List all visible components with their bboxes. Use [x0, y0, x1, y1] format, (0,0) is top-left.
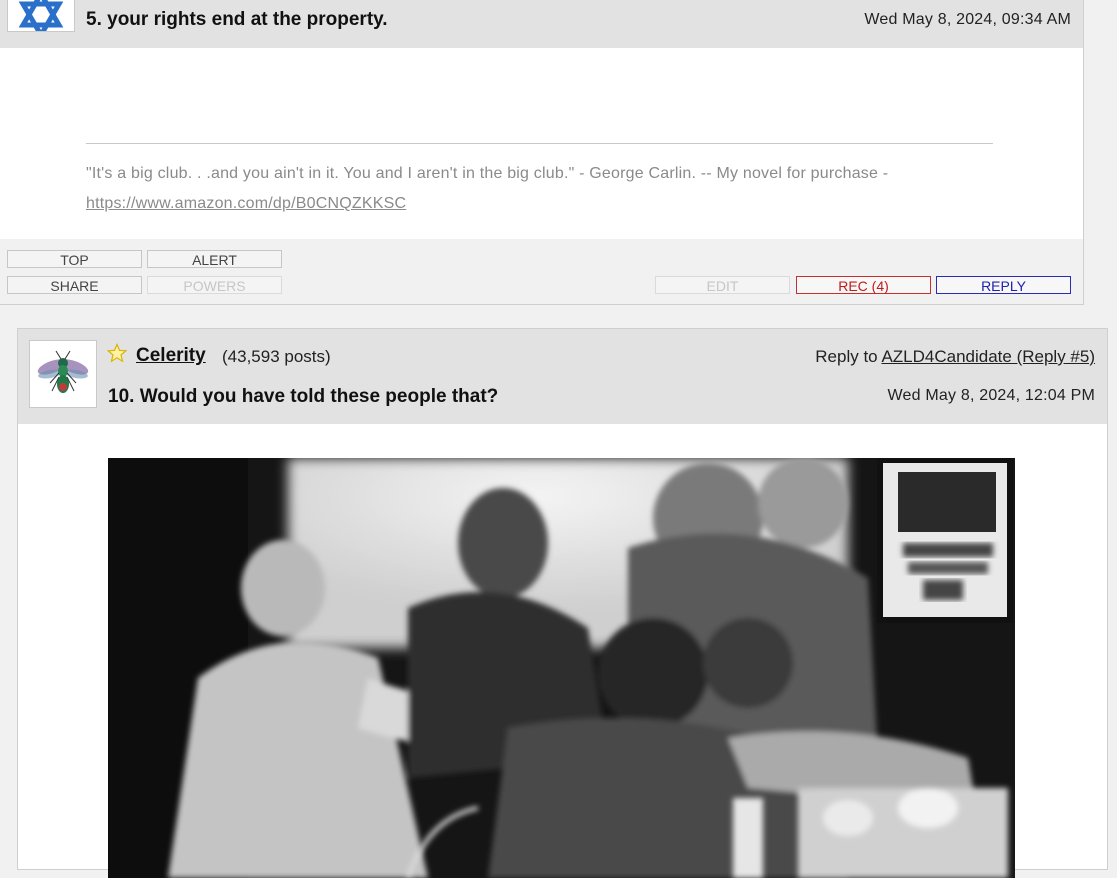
- post-header: Celerity (43,593 posts) Reply to AZLD4Ca…: [18, 329, 1107, 424]
- signature: "It's a big club. . .and you ain't in it…: [86, 159, 996, 219]
- signature-link[interactable]: https://www.amazon.com/dp/B0CNQZKKSC: [86, 195, 406, 212]
- rec-button[interactable]: REC (4): [796, 276, 931, 294]
- signature-text: "It's a big club. . .and you ain't in it…: [86, 165, 889, 182]
- reply-to-link[interactable]: AZLD4Candidate (Reply #5): [881, 347, 1095, 366]
- post-header: 5. your rights end at the property. Wed …: [0, 0, 1083, 48]
- post-title: 5. your rights end at the property.: [86, 9, 388, 30]
- star-outline-icon: [107, 343, 127, 363]
- post-date: Wed May 8, 2024, 12:04 PM: [887, 387, 1095, 404]
- edit-button: EDIT: [655, 276, 790, 294]
- post-count: (43,593 posts): [222, 347, 331, 366]
- signature-divider: [86, 143, 993, 144]
- reply-button[interactable]: REPLY: [936, 276, 1071, 294]
- embedded-photo[interactable]: [108, 458, 1015, 878]
- wasp-icon: [37, 350, 89, 393]
- powers-button: POWERS: [147, 276, 282, 294]
- photo-scene: [108, 458, 1015, 878]
- star-of-david-icon: [18, 0, 64, 31]
- reply-to: Reply to AZLD4Candidate (Reply #5): [815, 347, 1095, 367]
- post-date: Wed May 8, 2024, 09:34 AM: [864, 11, 1071, 28]
- post-title: 10. Would you have told these people tha…: [108, 386, 499, 407]
- reply-to-label: Reply to: [815, 347, 878, 366]
- avatar[interactable]: [29, 340, 97, 408]
- author-name[interactable]: Celerity: [136, 345, 206, 367]
- share-button[interactable]: SHARE: [7, 276, 142, 294]
- post-5: 5. your rights end at the property. Wed …: [0, 0, 1084, 305]
- alert-button[interactable]: ALERT: [147, 250, 282, 268]
- avatar[interactable]: [7, 0, 75, 32]
- top-button[interactable]: TOP: [7, 250, 142, 268]
- post-body: "It's a big club. . .and you ain't in it…: [0, 48, 1083, 239]
- post-10: Celerity (43,593 posts) Reply to AZLD4Ca…: [17, 328, 1108, 878]
